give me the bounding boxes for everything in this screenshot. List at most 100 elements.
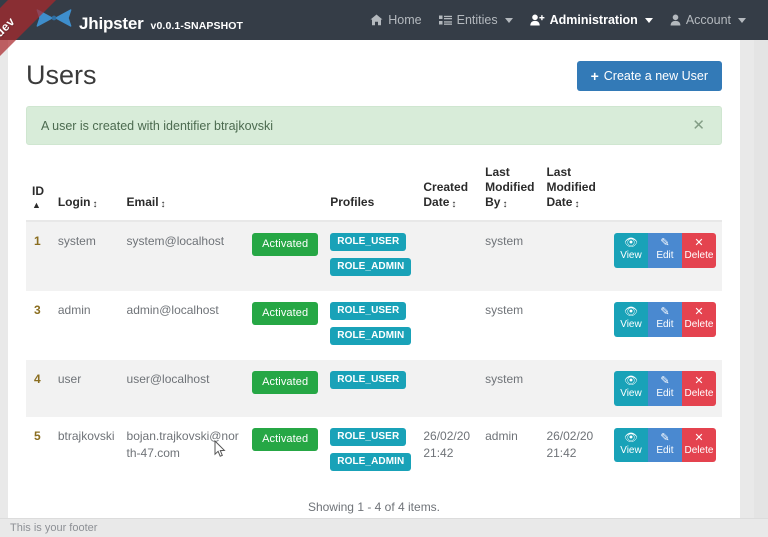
view-button[interactable]: 👁View bbox=[614, 302, 648, 337]
page-header: Users + Create a new User bbox=[26, 58, 722, 91]
column-header-profiles: Profiles bbox=[324, 161, 417, 221]
sort-updown-icon: ↕ bbox=[93, 200, 98, 210]
times-icon: ✕ bbox=[682, 376, 716, 387]
chevron-down-icon bbox=[738, 18, 746, 23]
cell-profiles: ROLE_USERROLE_ADMIN bbox=[324, 221, 417, 291]
column-header-id[interactable]: ID ▲ bbox=[26, 161, 52, 221]
users-table: ID ▲ Login↕ Email↕ Profil bbox=[26, 161, 722, 486]
user-icon bbox=[670, 14, 681, 26]
cell-last-modified-date bbox=[540, 221, 608, 291]
user-id-link[interactable]: 4 bbox=[34, 372, 41, 386]
table-row: 4useruser@localhostActivatedROLE_USERsys… bbox=[26, 360, 722, 417]
caret-up-icon: ▲ bbox=[32, 201, 46, 210]
column-label-email: Email bbox=[127, 195, 159, 209]
cell-email: admin@localhost bbox=[121, 291, 247, 360]
status-badge[interactable]: Activated bbox=[252, 428, 318, 451]
delete-button[interactable]: ✕Delete bbox=[682, 428, 716, 463]
user-id-link[interactable]: 3 bbox=[34, 303, 41, 317]
edit-button-label: Edit bbox=[656, 250, 673, 261]
page-wrap: Users + Create a new User A user is crea… bbox=[0, 40, 768, 537]
view-button-label: View bbox=[620, 250, 642, 261]
times-icon: ✕ bbox=[682, 238, 716, 249]
user-id-link[interactable]: 5 bbox=[34, 429, 41, 443]
cell-email: user@localhost bbox=[121, 360, 247, 417]
row-action-group: 👁View✎Edit✕Delete bbox=[614, 233, 716, 268]
status-badge[interactable]: Activated bbox=[252, 233, 318, 256]
cell-created-date bbox=[417, 360, 479, 417]
plus-icon: + bbox=[591, 69, 599, 83]
page-footer: This is your footer bbox=[0, 518, 768, 537]
delete-button[interactable]: ✕Delete bbox=[682, 371, 716, 406]
nav-item-home[interactable]: Home bbox=[370, 13, 421, 27]
profiles-list: ROLE_USERROLE_ADMIN bbox=[330, 233, 411, 280]
column-label-id: ID bbox=[32, 184, 44, 198]
nav-item-account[interactable]: Account bbox=[670, 13, 746, 27]
edit-button[interactable]: ✎Edit bbox=[648, 233, 682, 268]
profiles-list: ROLE_USER bbox=[330, 371, 411, 393]
cell-last-modified-by: system bbox=[479, 221, 540, 291]
delete-button-label: Delete bbox=[685, 445, 714, 456]
cell-last-modified-date: 26/02/20 21:42 bbox=[540, 417, 608, 486]
edit-button[interactable]: ✎Edit bbox=[648, 371, 682, 406]
profiles-list: ROLE_USERROLE_ADMIN bbox=[330, 428, 411, 475]
create-new-user-button[interactable]: + Create a new User bbox=[577, 61, 722, 91]
sort-updown-icon: ↕ bbox=[574, 200, 579, 210]
table-row: 5btrajkovskibojan.trajkovski@north-47.co… bbox=[26, 417, 722, 486]
row-action-group: 👁View✎Edit✕Delete bbox=[614, 371, 716, 406]
cell-created-date: 26/02/20 21:42 bbox=[417, 417, 479, 486]
edit-button[interactable]: ✎Edit bbox=[648, 428, 682, 463]
column-header-email[interactable]: Email↕ bbox=[121, 161, 247, 221]
cell-profiles: ROLE_USERROLE_ADMIN bbox=[324, 291, 417, 360]
edit-button-label: Edit bbox=[656, 319, 673, 330]
status-badge[interactable]: Activated bbox=[252, 302, 318, 325]
cell-id: 3 bbox=[26, 291, 52, 360]
status-badge[interactable]: Activated bbox=[252, 371, 318, 394]
cell-login: system bbox=[52, 221, 121, 291]
brand[interactable]: Jhipster v0.0.1-SNAPSHOT bbox=[36, 7, 243, 34]
pencil-icon: ✎ bbox=[648, 307, 682, 318]
cell-created-date bbox=[417, 221, 479, 291]
vertical-scrollbar[interactable] bbox=[754, 40, 768, 537]
brand-version: v0.0.1-SNAPSHOT bbox=[151, 20, 244, 32]
profile-badge: ROLE_USER bbox=[330, 302, 406, 320]
users-table-body: 1systemsystem@localhostActivatedROLE_USE… bbox=[26, 221, 722, 486]
view-button[interactable]: 👁View bbox=[614, 428, 648, 463]
pagination-area: Showing 1 - 4 of 4 items. «« « 1 » »» bbox=[26, 500, 722, 519]
pencil-icon: ✎ bbox=[648, 238, 682, 249]
nav-items: Home Entities bbox=[370, 13, 746, 27]
cell-actions: 👁View✎Edit✕Delete bbox=[608, 221, 722, 291]
nav-item-entities[interactable]: Entities bbox=[439, 13, 513, 27]
column-label-last-modified-date: Last Modified Date bbox=[546, 165, 595, 209]
content-card: Users + Create a new User A user is crea… bbox=[8, 40, 740, 518]
home-icon bbox=[370, 14, 383, 26]
table-row: 3adminadmin@localhostActivatedROLE_USERR… bbox=[26, 291, 722, 360]
times-icon: ✕ bbox=[682, 433, 716, 444]
column-header-created-date[interactable]: Created Date↕ bbox=[417, 161, 479, 221]
create-new-user-label: Create a new User bbox=[604, 69, 708, 83]
cell-id: 4 bbox=[26, 360, 52, 417]
success-alert: A user is created with identifier btrajk… bbox=[26, 106, 722, 145]
close-icon[interactable]: ✕ bbox=[690, 118, 707, 133]
pagination-info: Showing 1 - 4 of 4 items. bbox=[308, 500, 440, 514]
edit-button[interactable]: ✎Edit bbox=[648, 302, 682, 337]
user-id-link[interactable]: 1 bbox=[34, 234, 41, 248]
nav-label-account: Account bbox=[686, 13, 731, 27]
cell-last-modified-by: system bbox=[479, 360, 540, 417]
nav-item-administration[interactable]: Administration bbox=[530, 13, 653, 27]
profiles-list: ROLE_USERROLE_ADMIN bbox=[330, 302, 411, 349]
column-header-login[interactable]: Login↕ bbox=[52, 161, 121, 221]
cell-last-modified-by: admin bbox=[479, 417, 540, 486]
cell-created-date bbox=[417, 291, 479, 360]
sort-updown-icon: ↕ bbox=[161, 200, 166, 210]
cell-status: Activated bbox=[246, 221, 324, 291]
alert-message: A user is created with identifier btrajk… bbox=[41, 119, 273, 133]
view-button[interactable]: 👁View bbox=[614, 233, 648, 268]
cell-last-modified-by: system bbox=[479, 291, 540, 360]
column-header-last-modified-by[interactable]: Last Modified By↕ bbox=[479, 161, 540, 221]
view-button-label: View bbox=[620, 445, 642, 456]
sort-updown-icon: ↕ bbox=[502, 200, 507, 210]
delete-button[interactable]: ✕Delete bbox=[682, 233, 716, 268]
view-button[interactable]: 👁View bbox=[614, 371, 648, 406]
delete-button[interactable]: ✕Delete bbox=[682, 302, 716, 337]
column-header-last-modified-date[interactable]: Last Modified Date↕ bbox=[540, 161, 608, 221]
